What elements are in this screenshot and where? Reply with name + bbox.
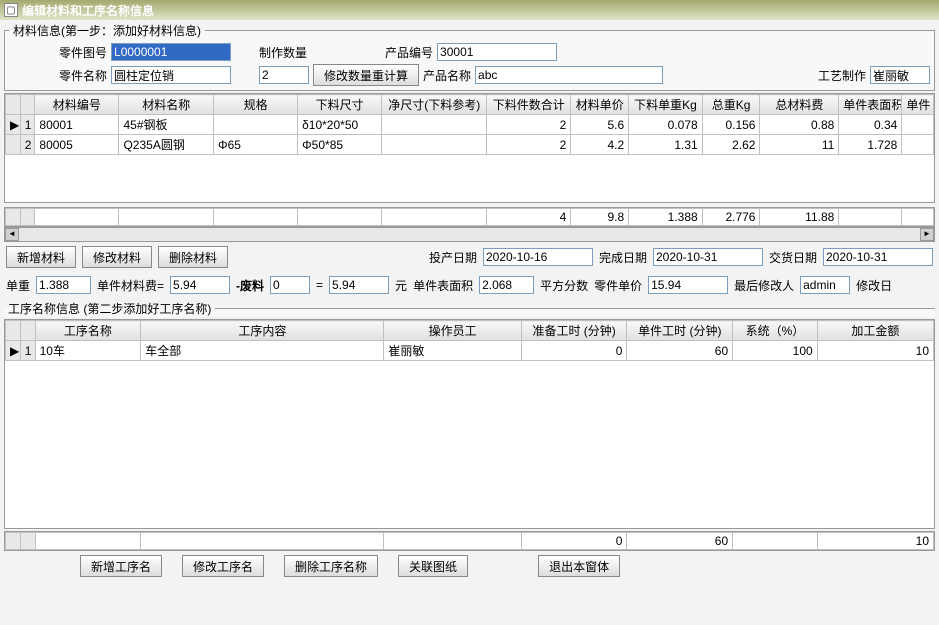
scroll-right-icon[interactable]: ►: [920, 228, 934, 241]
row-selector-header: [6, 95, 21, 115]
materials-grid[interactable]: 材料编号 材料名称 规格 下料尺寸 净尺寸(下料参考) 下料件数合计 材料单价 …: [4, 93, 935, 203]
recalc-button[interactable]: 修改数量重计算: [313, 64, 419, 86]
total-tw: 2.776: [702, 209, 760, 226]
process-totals: 0 60 10: [4, 531, 935, 551]
edit-process-button[interactable]: 修改工序名: [182, 555, 264, 577]
area-label: 单件表面积: [413, 277, 473, 294]
col-count[interactable]: 下料件数合计: [487, 95, 571, 115]
col-prep-time[interactable]: 准备工时 (分钟): [521, 321, 627, 341]
tech-label: 工艺制作: [818, 67, 866, 84]
proc-total-prep: 0: [521, 533, 627, 550]
table-row[interactable]: ▶18000145#钢板δ10*20*5025.60.0780.1560.880…: [6, 115, 934, 135]
process-table: 工序名称 工序内容 操作员工 准备工时 (分钟) 单件工时 (分钟) 系统（%）…: [5, 320, 934, 361]
sqm-label: 平方分数: [540, 277, 588, 294]
tech-input[interactable]: [870, 66, 930, 84]
part-no-label: 零件图号: [59, 44, 107, 61]
ship-date-input[interactable]: [823, 248, 933, 266]
col-unit-weight[interactable]: 下料单重Kg: [629, 95, 703, 115]
area-input[interactable]: [479, 276, 534, 294]
col-extra[interactable]: 单件: [902, 95, 934, 115]
mod-label: 最后修改人: [734, 277, 794, 294]
col-area[interactable]: 单件表面积: [839, 95, 902, 115]
matcost-label: 单件材料费=: [97, 277, 164, 294]
unit-label: 零件单价: [594, 277, 642, 294]
end-date-input[interactable]: [653, 248, 763, 266]
row-num-header: [20, 95, 35, 115]
window-icon: ▢: [4, 3, 18, 17]
proc-total-unit: 60: [627, 533, 733, 550]
part-name-label: 零件名称: [59, 67, 107, 84]
col-material-name[interactable]: 材料名称: [119, 95, 214, 115]
total-uw: 1.388: [629, 209, 703, 226]
yuan-label: 元: [395, 277, 407, 294]
h-scrollbar[interactable]: ◄►: [4, 227, 935, 242]
weight-input[interactable]: [36, 276, 91, 294]
col-proc-content[interactable]: 工序内容: [141, 321, 384, 341]
prod-name-label: 产品名称: [423, 67, 471, 84]
col-sys-pct[interactable]: 系统（%）: [733, 321, 818, 341]
add-process-button[interactable]: 新增工序名: [80, 555, 162, 577]
material-legend: 材料信息(第一步：添加好材料信息): [9, 22, 205, 39]
table-row[interactable]: 280005Q235A圆钢Φ65Φ50*8524.21.312.62111.72…: [6, 135, 934, 155]
part-name-input[interactable]: [111, 66, 231, 84]
proc-total-amt: 10: [817, 533, 933, 550]
total-count: 4: [487, 209, 571, 226]
ship-date-label: 交货日期: [769, 249, 817, 266]
table-row[interactable]: ▶110车车全部崔丽敏06010010: [6, 341, 934, 361]
material-section: 材料信息(第一步：添加好材料信息) 零件图号 制作数量 产品编号 零件名称 修改…: [4, 22, 935, 91]
prod-no-input[interactable]: [437, 43, 557, 61]
col-total-cost[interactable]: 总材料费: [760, 95, 839, 115]
matcost-input[interactable]: [170, 276, 230, 294]
link-drawing-button[interactable]: 关联图纸: [398, 555, 468, 577]
start-date-label: 投产日期: [429, 249, 477, 266]
end-date-label: 完成日期: [599, 249, 647, 266]
qty-label: 制作数量: [259, 44, 307, 61]
col-amount[interactable]: 加工金额: [817, 321, 933, 341]
col-net[interactable]: 净尺寸(下料参考): [382, 95, 487, 115]
col-unit-time[interactable]: 单件工时 (分钟): [627, 321, 733, 341]
col-total-weight[interactable]: 总重Kg: [702, 95, 760, 115]
col-proc-name[interactable]: 工序名称: [35, 321, 141, 341]
add-material-button[interactable]: 新增材料: [6, 246, 76, 268]
col-operator[interactable]: 操作员工: [384, 321, 521, 341]
materials-totals: 4 9.8 1.388 2.776 11.88: [4, 207, 935, 227]
col-price[interactable]: 材料单价: [571, 95, 629, 115]
part-no-input[interactable]: [111, 43, 231, 61]
col-material-code[interactable]: 材料编号: [35, 95, 119, 115]
prod-name-input[interactable]: [475, 66, 663, 84]
unit-input[interactable]: [648, 276, 728, 294]
scrap-label: -废料: [236, 277, 264, 294]
process-grid[interactable]: 工序名称 工序内容 操作员工 准备工时 (分钟) 单件工时 (分钟) 系统（%）…: [4, 319, 935, 529]
start-date-input[interactable]: [483, 248, 593, 266]
total-cost: 11.88: [760, 209, 839, 226]
delete-material-button[interactable]: 删除材料: [158, 246, 228, 268]
result-input[interactable]: [329, 276, 389, 294]
prod-no-label: 产品编号: [385, 44, 433, 61]
total-price: 9.8: [571, 209, 629, 226]
col-size[interactable]: 下料尺寸: [298, 95, 382, 115]
window-titlebar: ▢ 编辑材料和工序名称信息: [0, 0, 939, 20]
process-section: 工序名称信息 (第二步添加好工序名称): [4, 300, 935, 317]
process-legend: 工序名称信息 (第二步添加好工序名称): [4, 300, 215, 317]
eq-label: =: [316, 278, 323, 292]
window-title: 编辑材料和工序名称信息: [22, 2, 154, 19]
col-spec[interactable]: 规格: [214, 95, 298, 115]
delete-process-button[interactable]: 删除工序名称: [284, 555, 378, 577]
weight-label: 单重: [6, 277, 30, 294]
materials-table: 材料编号 材料名称 规格 下料尺寸 净尺寸(下料参考) 下料件数合计 材料单价 …: [5, 94, 934, 155]
edit-material-button[interactable]: 修改材料: [82, 246, 152, 268]
scrap-input[interactable]: [270, 276, 310, 294]
mod-input[interactable]: [800, 276, 850, 294]
scroll-left-icon[interactable]: ◄: [5, 228, 19, 241]
qty-input[interactable]: [259, 66, 309, 84]
exit-button[interactable]: 退出本窗体: [538, 555, 620, 577]
mod-date-label: 修改日: [856, 277, 892, 294]
